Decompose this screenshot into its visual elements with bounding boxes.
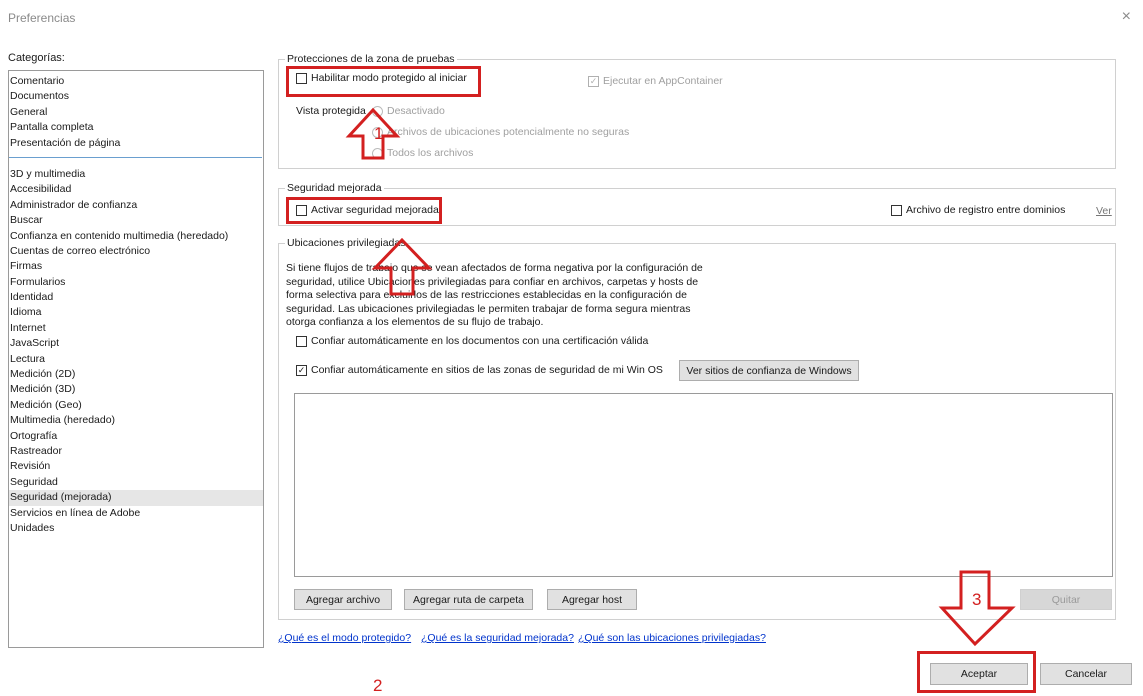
category-item[interactable]: 3D y multimedia [9, 167, 263, 182]
category-item[interactable]: JavaScript [9, 336, 263, 351]
trust-win-os-label: Confiar automáticamente en sitios de las… [311, 364, 663, 376]
view-windows-trusted-sites-button[interactable]: Ver sitios de confianza de Windows [679, 360, 859, 381]
category-item[interactable]: Pantalla completa [9, 120, 263, 135]
category-item[interactable]: General [9, 105, 263, 120]
annotation-step-1: 1 [374, 124, 384, 143]
category-item[interactable]: Ortografía [9, 429, 263, 444]
annotation-step-3: 3 [972, 590, 982, 609]
appcontainer-box[interactable]: ✓ [588, 75, 599, 87]
add-host-button[interactable]: Agregar host [547, 589, 637, 610]
arrow-up-icon-2 [371, 237, 433, 296]
protected-mode-checkbox[interactable]: Habilitar modo protegido al iniciar [296, 72, 467, 84]
appcontainer-checkbox[interactable]: ✓ Ejecutar en AppContainer [588, 75, 723, 87]
view-log-link[interactable]: Ver [1096, 205, 1112, 217]
category-item[interactable]: Seguridad (mejorada) [9, 490, 263, 506]
category-item[interactable]: Administrador de confianza [9, 198, 263, 213]
category-item[interactable]: Servicios en línea de Adobe [9, 506, 263, 521]
cancel-button[interactable]: Cancelar [1040, 663, 1132, 685]
help-link-enhanced-security[interactable]: ¿Qué es la seguridad mejorada? [421, 632, 574, 644]
protected-mode-box[interactable] [296, 72, 307, 84]
trust-certified-label: Confiar automáticamente en los documento… [311, 335, 649, 347]
category-item[interactable]: Revisión [9, 459, 263, 474]
categories-label: Categorías: [8, 52, 65, 64]
category-item[interactable]: Medición (3D) [9, 382, 263, 397]
cross-domain-log-box[interactable] [891, 204, 902, 216]
enhanced-security-box[interactable] [296, 204, 307, 216]
category-item[interactable]: Identidad [9, 290, 263, 305]
category-item[interactable]: Cuentas de correo electrónico [9, 244, 263, 259]
category-item[interactable]: Rastreador [9, 444, 263, 459]
window-title: Preferencias [8, 11, 76, 25]
cross-domain-log-checkbox[interactable]: Archivo de registro entre dominios [891, 204, 1065, 216]
cross-domain-log-label: Archivo de registro entre dominios [906, 204, 1066, 216]
categories-list[interactable]: Comentario Documentos General Pantalla comp… [8, 70, 264, 648]
trust-win-os-box[interactable]: ✓ [296, 364, 307, 376]
category-item[interactable]: Internet [9, 321, 263, 336]
category-item[interactable]: Buscar [9, 213, 263, 228]
appcontainer-label: Ejecutar en AppContainer [603, 75, 723, 87]
category-item[interactable]: Lectura [9, 352, 263, 367]
category-item[interactable]: Accesibilidad [9, 182, 263, 197]
ok-button[interactable]: Aceptar [930, 663, 1028, 685]
category-item[interactable]: Medición (Geo) [9, 398, 263, 413]
privileged-description: Si tiene flujos de trabajo que se vean a… [286, 262, 703, 328]
annotation-step-2: 2 [373, 676, 383, 695]
category-item[interactable]: Unidades [9, 521, 263, 536]
arrow-up-icon-1 [345, 107, 401, 160]
category-item[interactable]: Comentario [9, 74, 263, 89]
title-bar: ̄ ̄ ̄ ̄ ̄ ̄ ̄ ̄ ̄ ̄ ̄ ̄ ̄ ̄ ̄ ̄ ̄ ̄ ̄ Pr… [0, 0, 1143, 34]
category-item[interactable]: Medición (2D) [9, 367, 263, 382]
protected-mode-label: Habilitar modo protegido al iniciar [311, 72, 467, 84]
category-item[interactable]: Confianza en contenido multimedia (hered… [9, 229, 263, 244]
enhanced-security-label: Activar seguridad mejorada [311, 204, 439, 216]
remove-button[interactable]: Quitar [1020, 589, 1112, 610]
trust-win-os-checkbox[interactable]: ✓ Confiar automáticamente en sitios de l… [296, 364, 663, 376]
categories-separator [9, 156, 262, 158]
category-item[interactable]: Formularios [9, 275, 263, 290]
privileged-locations-list[interactable] [294, 393, 1113, 577]
category-item[interactable]: Firmas [9, 259, 263, 274]
sandbox-group-title: Protecciones de la zona de pruebas [285, 53, 457, 65]
category-item[interactable]: Seguridad [9, 475, 263, 490]
category-item[interactable]: Multimedia (heredado) [9, 413, 263, 428]
trust-certified-checkbox[interactable]: Confiar automáticamente en los documento… [296, 335, 648, 347]
category-item[interactable]: Idioma [9, 305, 263, 320]
category-item[interactable]: Presentación de página [9, 136, 263, 151]
enhanced-security-checkbox[interactable]: Activar seguridad mejorada [296, 204, 439, 216]
help-link-privileged-locations[interactable]: ¿Qué son las ubicaciones privilegiadas? [578, 632, 766, 644]
help-link-protected-mode[interactable]: ¿Qué es el modo protegido? [278, 632, 411, 644]
radio-unsafe-label: Archivos de ubicaciones potencialmente n… [387, 126, 630, 138]
close-icon[interactable]: × [1122, 8, 1131, 26]
background-window-fragment: ̄ ̄ ̄ ̄ ̄ ̄ ̄ ̄ ̄ ̄ ̄ ̄ ̄ ̄ ̄ ̄ ̄ ̄ ̄ [260, 0, 860, 6]
trust-certified-box[interactable] [296, 335, 307, 347]
enhanced-group-title: Seguridad mejorada [285, 182, 384, 194]
radio-unsafe-locations[interactable]: Archivos de ubicaciones potencialmente n… [372, 126, 629, 138]
add-folder-button[interactable]: Agregar ruta de carpeta [404, 589, 533, 610]
add-file-button[interactable]: Agregar archivo [294, 589, 392, 610]
category-item[interactable]: Documentos [9, 89, 263, 104]
